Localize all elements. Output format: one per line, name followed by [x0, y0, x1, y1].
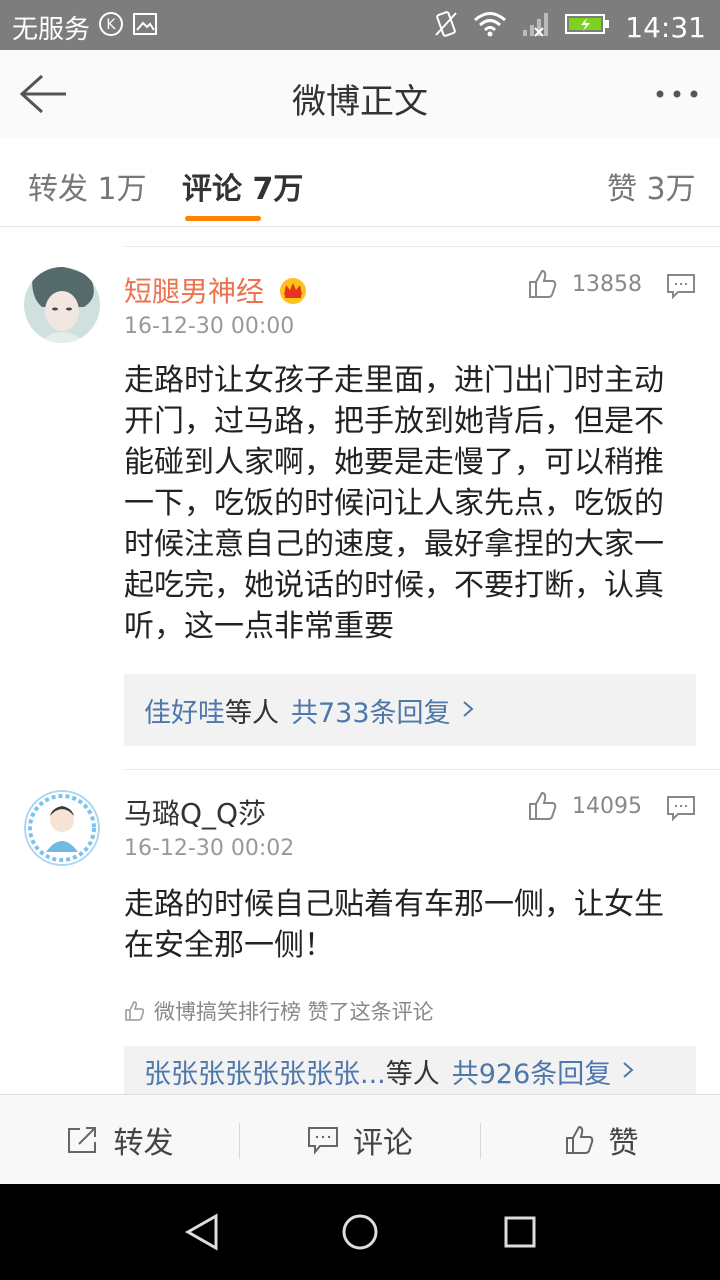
- repost-label: 转发: [113, 1126, 174, 1161]
- like-count: 14095: [572, 793, 642, 819]
- comment-label: 评论: [353, 1126, 413, 1161]
- tab-comments[interactable]: 评论 7万: [182, 164, 303, 208]
- battery-icon: [565, 11, 611, 44]
- like-button[interactable]: 13858: [526, 268, 642, 300]
- system-nav-bar: [0, 1184, 720, 1280]
- active-tab-indicator: [185, 216, 261, 221]
- like-button[interactable]: 14095: [526, 790, 642, 822]
- vibrate-icon: [433, 9, 459, 46]
- status-bar: 无服务 K 14:31: [0, 0, 720, 50]
- comment-time: 16-12-30 00:02: [124, 836, 295, 861]
- reply-names: 佳好哇: [144, 697, 225, 729]
- carrier-label: 无服务: [12, 15, 91, 45]
- bottom-action-bar: 转发 评论 赞: [0, 1094, 720, 1185]
- username[interactable]: 马璐Q_Q莎: [124, 792, 266, 832]
- divider: [124, 769, 720, 770]
- more-dots-icon: [656, 90, 698, 98]
- reply-names: 张张张张张张张张...: [144, 1058, 386, 1090]
- svg-text:K: K: [106, 17, 116, 33]
- reply-mid-text: 等人: [385, 1058, 440, 1090]
- chevron-right-icon: [461, 695, 475, 726]
- comment-bubble-icon: [667, 796, 695, 822]
- thumb-up-icon: [565, 1125, 593, 1154]
- reply-mid-text: 等人: [225, 697, 279, 729]
- comment-bubble-icon: [667, 274, 695, 300]
- thumb-up-icon: [529, 791, 557, 820]
- replies-link[interactable]: 佳好哇 等人 共733条回复: [124, 674, 696, 746]
- like-label: 赞: [608, 1126, 639, 1161]
- nav-back-button[interactable]: [172, 1204, 232, 1260]
- like-post-button[interactable]: 赞: [481, 1095, 720, 1185]
- like-count: 13858: [572, 271, 642, 297]
- reply-count: 共926条回复: [451, 1058, 612, 1090]
- tab-bar: 转发 1万 评论 7万 赞 3万: [0, 138, 720, 227]
- square-recents-icon: [504, 1216, 536, 1248]
- comment-time: 16-12-30 00:00: [124, 314, 295, 339]
- repost-button[interactable]: 转发: [0, 1095, 239, 1185]
- tab-repost[interactable]: 转发 1万: [28, 164, 147, 208]
- top-bar: 微博正文: [0, 50, 720, 139]
- nav-recents-button[interactable]: [490, 1204, 550, 1260]
- divider: [124, 246, 720, 247]
- thumb-up-icon: [529, 269, 557, 298]
- circle-home-icon: [342, 1214, 378, 1250]
- triangle-back-icon: [184, 1213, 218, 1251]
- tab-likes[interactable]: 赞 3万: [607, 164, 696, 208]
- reply-count: 共733条回复: [291, 697, 451, 729]
- liked-by-note: 微博搞笑排行榜 赞了这条评论: [124, 996, 434, 1026]
- username-text: 短腿男神经: [124, 275, 265, 308]
- crown-vip-icon: [277, 275, 309, 312]
- comment-bubble-icon: [308, 1127, 338, 1155]
- clock: 14:31: [625, 11, 706, 44]
- page-title: 微博正文: [292, 82, 428, 122]
- comment-text: 走路的时候自己贴着有车那一侧，让女生在安全那一侧！: [124, 887, 664, 963]
- more-button[interactable]: [652, 80, 702, 108]
- nav-home-button[interactable]: [330, 1204, 390, 1260]
- comment-button[interactable]: 评论: [240, 1095, 480, 1185]
- replies-link[interactable]: 张张张张张张张张... 等人 共926条回复: [124, 1046, 696, 1096]
- thumb-up-icon: [125, 1001, 145, 1021]
- wifi-icon: [473, 10, 507, 45]
- comment-text: 走路时让女孩子走里面，进门出门时主动开门，过马路，把手放到她背后，但是不能碰到人…: [124, 363, 664, 644]
- share-icon: [67, 1127, 96, 1153]
- signal-icon: [521, 10, 551, 45]
- reply-button[interactable]: [666, 272, 696, 300]
- avatar[interactable]: [24, 790, 100, 866]
- liked-by-text: 微博搞笑排行榜 赞了这条评论: [154, 1000, 434, 1024]
- image-icon: [132, 11, 158, 44]
- chevron-right-icon: [621, 1056, 635, 1087]
- k-badge-icon: K: [98, 11, 124, 44]
- reply-button[interactable]: [666, 794, 696, 822]
- avatar[interactable]: [24, 267, 100, 343]
- username[interactable]: 短腿男神经: [124, 270, 309, 312]
